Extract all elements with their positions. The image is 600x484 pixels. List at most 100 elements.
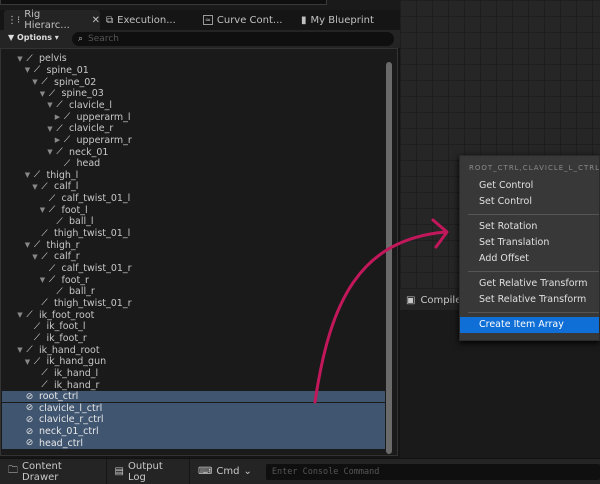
tree-item[interactable]: ⊘ head_ctrl bbox=[2, 437, 385, 450]
tree-item[interactable]: ▼ ⟋ ik_hand_gun bbox=[2, 356, 385, 368]
expand-arrow-down-icon[interactable]: ▼ bbox=[16, 311, 24, 319]
menu-item-set-control[interactable]: Set Control bbox=[460, 194, 599, 210]
expand-arrow-down-icon[interactable]: ▼ bbox=[39, 206, 47, 214]
tree-item[interactable]: ▼ ⟋ spine_01 bbox=[2, 65, 385, 77]
tree-item[interactable]: ⊘ neck_01_ctrl bbox=[2, 425, 385, 438]
tree-item-label: neck_01 bbox=[69, 146, 109, 158]
expand-arrow-down-icon[interactable]: ▼ bbox=[24, 358, 32, 366]
tree-item[interactable]: ⊘ root_ctrl bbox=[2, 390, 385, 403]
tree-item-label: calf_twist_01_l bbox=[61, 193, 131, 205]
tree-item[interactable]: ▶ ⟋ upperarm_r bbox=[2, 135, 385, 147]
panel-tabs: ⋮⁝ Rig Hierarc... ✕ ⧉ Execution... ≈ Curve… bbox=[0, 9, 400, 31]
menu-item-get-control[interactable]: Get Control bbox=[460, 178, 599, 194]
menu-item-set-relative-transform[interactable]: Set Relative Transform bbox=[460, 292, 599, 308]
expand-arrow-down-icon[interactable]: ▼ bbox=[46, 101, 54, 109]
bone-icon: ⟋ bbox=[26, 345, 33, 356]
tree-item[interactable]: ▼ ⟋ pelvis bbox=[2, 53, 385, 65]
tree-item[interactable]: ⟋ thigh_twist_01_l bbox=[2, 228, 385, 240]
status-bar: 🗀 Content Drawer ▤ Output Log ⌨ Cmd ⌄ Enter … bbox=[0, 458, 600, 484]
expand-arrow-down-icon[interactable]: ▼ bbox=[46, 148, 54, 156]
tree-item[interactable]: ▼ ⟋ thigh_l bbox=[2, 170, 385, 182]
expand-arrow-down-icon[interactable]: ▼ bbox=[31, 253, 39, 261]
tab-execution[interactable]: ⧉ Execution... bbox=[106, 10, 176, 30]
tree-item[interactable]: ▼ ⟋ calf_l bbox=[2, 181, 385, 193]
tree-item[interactable]: ▼ ⟋ spine_02 bbox=[2, 76, 385, 88]
console-input[interactable]: Enter Console Command bbox=[265, 463, 600, 480]
tree-item-label: head bbox=[76, 158, 101, 170]
tree-scrollbar[interactable] bbox=[386, 62, 392, 454]
menu-item-set-translation[interactable]: Set Translation bbox=[460, 235, 599, 251]
tree-item[interactable]: ⟋ ik_foot_r bbox=[2, 333, 385, 345]
tree-item-label: foot_l bbox=[61, 204, 88, 216]
tree-item-label: upperarm_r bbox=[76, 134, 132, 146]
expand-arrow-down-icon[interactable]: ▼ bbox=[24, 171, 32, 179]
tree-item[interactable]: ▼ ⟋ foot_l bbox=[2, 204, 385, 216]
tree-item-label: calf_l bbox=[54, 181, 79, 193]
options-button[interactable]: ▼ Options ▾ bbox=[8, 33, 59, 42]
expand-arrow-right-icon[interactable]: ▶ bbox=[54, 136, 62, 144]
cmd-dropdown[interactable]: ⌨ Cmd ⌄ bbox=[190, 459, 260, 484]
tree-item[interactable]: ⟋ ik_hand_l bbox=[2, 368, 385, 380]
expand-arrow-down-icon[interactable]: ▼ bbox=[39, 276, 47, 284]
expand-arrow-down-icon[interactable]: ▼ bbox=[31, 183, 39, 191]
menu-item-get-relative-transform[interactable]: Get Relative Transform bbox=[460, 276, 599, 292]
tree-item-label: clavicle_r_ctrl bbox=[39, 414, 104, 426]
tree-item[interactable]: ▼ ⟋ ik_hand_root bbox=[2, 344, 385, 356]
compiler-icon: ▣ bbox=[406, 294, 416, 306]
tree-item[interactable]: ▼ ⟋ ik_foot_root bbox=[2, 309, 385, 321]
bone-icon: ⟋ bbox=[56, 286, 63, 297]
bone-icon: ⟋ bbox=[48, 263, 56, 274]
content-drawer-button[interactable]: 🗀 Content Drawer bbox=[0, 459, 107, 484]
expand-arrow-down-icon[interactable]: ▼ bbox=[46, 125, 54, 133]
tree-item[interactable]: ⟋ thigh_twist_01_r bbox=[2, 298, 385, 310]
tree-item[interactable]: ▼ ⟋ clavicle_l bbox=[2, 100, 385, 112]
expand-arrow-down-icon[interactable]: ▼ bbox=[16, 55, 24, 63]
tree-item[interactable]: ▶ ⟋ upperarm_l bbox=[2, 111, 385, 123]
tree-item[interactable]: ⊘ clavicle_l_ctrl bbox=[2, 402, 385, 415]
tree-item[interactable]: ⟋ ball_l bbox=[2, 216, 385, 228]
menu-item-set-rotation[interactable]: Set Rotation bbox=[460, 219, 599, 235]
expand-arrow-down-icon[interactable]: ▼ bbox=[24, 241, 32, 249]
search-input[interactable]: ⌕ Search bbox=[72, 32, 394, 46]
tree-item[interactable]: ▼ ⟋ spine_03 bbox=[2, 88, 385, 100]
expand-arrow-down-icon[interactable]: ▼ bbox=[16, 346, 24, 354]
close-icon[interactable]: ✕ bbox=[92, 15, 100, 26]
tree-item[interactable]: ▼ ⟋ neck_01 bbox=[2, 146, 385, 158]
tree-item-label: spine_03 bbox=[61, 88, 104, 100]
tab-rig-hierarchy[interactable]: ⋮⁝ Rig Hierarc... ✕ bbox=[4, 9, 100, 31]
menu-header: ROOT_CTRL,CLAVICLE_L_CTRL,CLAVICLE_R_CTR… bbox=[469, 164, 599, 172]
rig-hierarchy-tree: ▼ ⟋ pelvis ▼ ⟋ spine_01 ▼ ⟋ spine_02 ▼ ⟋ spine_03 ▼ ⟋… bbox=[0, 48, 398, 456]
tree-item[interactable]: ⟋ ik_hand_r bbox=[2, 379, 385, 391]
tree-item[interactable]: ▼ ⟋ thigh_r bbox=[2, 239, 385, 251]
tree-item[interactable]: ⟋ head bbox=[2, 158, 385, 170]
expand-arrow-down-icon[interactable]: ▼ bbox=[24, 66, 32, 74]
bone-icon: ⟋ bbox=[41, 368, 48, 379]
bone-icon: ⟋ bbox=[56, 123, 63, 134]
tree-item-label: calf_twist_01_r bbox=[61, 263, 132, 274]
tree-item[interactable]: ⟋ calf_twist_01_l bbox=[2, 193, 385, 205]
tree-item-label: ik_foot_r bbox=[46, 332, 87, 344]
menu-item-add-offset[interactable]: Add Offset bbox=[460, 251, 599, 267]
tab-curve-container[interactable]: ≈ Curve Cont... bbox=[203, 10, 282, 30]
tree-item-label: ball_r bbox=[69, 286, 95, 298]
tree-item[interactable]: ⟋ calf_twist_01_r bbox=[2, 263, 385, 275]
bone-icon: ⟋ bbox=[33, 356, 41, 367]
expand-arrow-down-icon[interactable]: ▼ bbox=[31, 78, 39, 86]
tree-item[interactable]: ⟋ ball_r bbox=[2, 286, 385, 298]
bone-icon: ⟋ bbox=[63, 112, 71, 123]
tree-item[interactable]: ▼ ⟋ clavicle_r bbox=[2, 123, 385, 135]
menu-item-create-item-array[interactable]: Create Item Array bbox=[460, 317, 599, 333]
tree-item[interactable]: ⟋ ik_foot_l bbox=[2, 321, 385, 333]
tree-item[interactable]: ▼ ⟋ calf_r bbox=[2, 251, 385, 263]
tree-item-label: thigh_twist_01_l bbox=[54, 228, 131, 240]
tree-item[interactable]: ⊘ clavicle_r_ctrl bbox=[2, 414, 385, 426]
bone-icon: ⟋ bbox=[63, 158, 71, 169]
output-log-button[interactable]: ▤ Output Log bbox=[107, 459, 190, 484]
expand-arrow-down-icon[interactable]: ▼ bbox=[39, 90, 47, 98]
context-menu: ROOT_CTRL,CLAVICLE_L_CTRL,CLAVICLE_R_CTR… bbox=[459, 155, 600, 341]
expand-arrow-right-icon[interactable]: ▶ bbox=[54, 113, 62, 121]
tree-item-label: ball_l bbox=[69, 216, 94, 228]
tab-my-blueprint[interactable]: ▮ My Blueprint bbox=[301, 10, 374, 30]
bone-icon: ⟋ bbox=[56, 100, 63, 111]
tree-item[interactable]: ▼ ⟋ foot_r bbox=[2, 274, 385, 286]
